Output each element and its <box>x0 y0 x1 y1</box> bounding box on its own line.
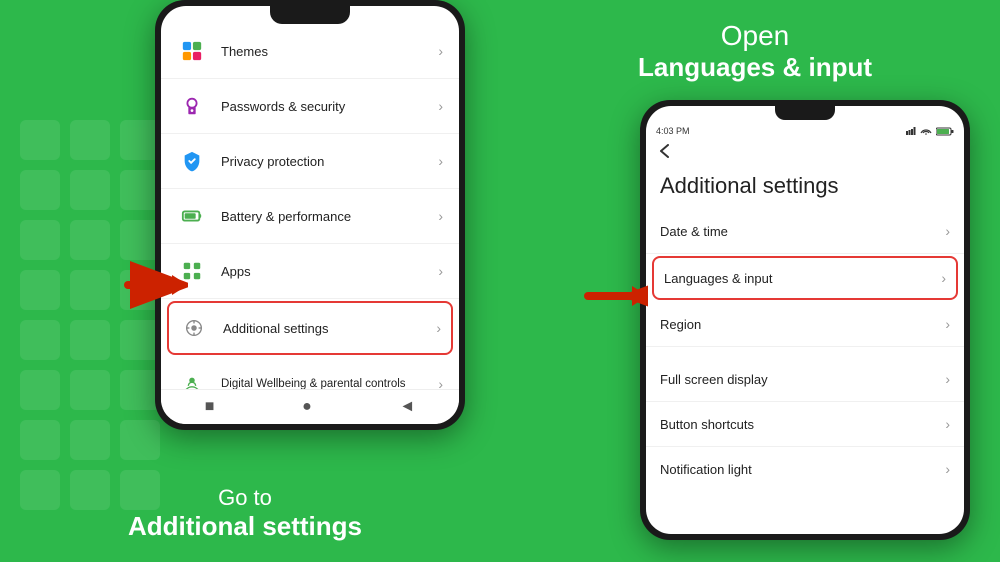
battery-label: Battery & performance <box>221 209 438 224</box>
passwords-chevron: › <box>438 98 443 114</box>
phone-notch-left <box>270 6 350 24</box>
right-list-date-time[interactable]: Date & time › <box>646 209 964 254</box>
status-time: 4:03 PM <box>656 126 690 136</box>
fullscreen-chevron: › <box>945 371 950 387</box>
languages-chevron: › <box>941 270 946 286</box>
additional-label: Additional settings <box>223 321 436 336</box>
right-list-languages[interactable]: Languages & input › <box>652 256 958 300</box>
bottom-text-left: Go to Additional settings <box>0 485 490 542</box>
spacer <box>646 347 964 357</box>
phone-right: 4:03 PM Additional settings Date & time … <box>640 100 970 540</box>
privacy-chevron: › <box>438 153 443 169</box>
notification-light-chevron: › <box>945 461 950 477</box>
back-arrow-right[interactable] <box>646 138 964 169</box>
right-list-notification-light[interactable]: Notification light › <box>646 447 964 491</box>
themes-icon <box>177 36 207 66</box>
languages-input-text: Languages & input <box>510 52 1000 83</box>
region-label: Region <box>660 317 945 332</box>
settings-item-apps[interactable]: Apps › <box>161 244 459 299</box>
top-text-right: Open Languages & input <box>510 20 1000 83</box>
additional-settings-text: Additional settings <box>0 511 490 542</box>
settings-item-passwords[interactable]: Passwords & security › <box>161 79 459 134</box>
nav-square[interactable]: ■ <box>205 398 215 416</box>
arrow-to-languages <box>578 268 648 328</box>
passwords-label: Passwords & security <box>221 99 438 114</box>
open-label: Open <box>510 20 1000 52</box>
nav-circle[interactable]: ● <box>302 398 312 416</box>
right-list-button-shortcuts[interactable]: Button shortcuts › <box>646 402 964 447</box>
phone-right-screen: 4:03 PM Additional settings Date & time … <box>646 106 964 534</box>
button-shortcuts-label: Button shortcuts <box>660 417 945 432</box>
settings-item-additional[interactable]: Additional settings › <box>167 301 453 355</box>
additional-chevron: › <box>436 320 441 336</box>
notification-light-label: Notification light <box>660 462 945 477</box>
privacy-icon <box>177 146 207 176</box>
privacy-label: Privacy protection <box>221 154 438 169</box>
settings-list: Themes › Passwords & security › Pr <box>161 24 459 412</box>
right-list-fullscreen[interactable]: Full screen display › <box>646 357 964 402</box>
settings-item-privacy[interactable]: Privacy protection › <box>161 134 459 189</box>
languages-label: Languages & input <box>664 271 941 286</box>
region-chevron: › <box>945 316 950 332</box>
settings-item-battery[interactable]: Battery & performance › <box>161 189 459 244</box>
status-bar-right: 4:03 PM <box>646 124 964 138</box>
right-page-title: Additional settings <box>646 169 964 209</box>
button-shortcuts-chevron: › <box>945 416 950 432</box>
settings-item-themes[interactable]: Themes › <box>161 24 459 79</box>
arrow-to-additional <box>118 260 188 322</box>
apps-chevron: › <box>438 263 443 279</box>
fullscreen-label: Full screen display <box>660 372 945 387</box>
phone-notch-right <box>775 106 835 120</box>
themes-chevron: › <box>438 43 443 59</box>
apps-label: Apps <box>221 264 438 279</box>
date-time-chevron: › <box>945 223 950 239</box>
battery-icon <box>177 201 207 231</box>
status-icons <box>906 126 954 136</box>
phone-left-screen: Themes › Passwords & security › Pr <box>161 6 459 424</box>
nav-back[interactable]: ◄ <box>399 398 415 416</box>
left-section: Themes › Passwords & security › Pr <box>0 0 500 562</box>
battery-chevron: › <box>438 208 443 224</box>
passwords-icon <box>177 91 207 121</box>
right-list-region[interactable]: Region › <box>646 302 964 347</box>
date-time-label: Date & time <box>660 224 945 239</box>
bottom-nav-left: ■ ● ◄ <box>161 389 459 424</box>
right-section: Open Languages & input 4:03 PM Additiona… <box>500 0 1000 562</box>
phone-left: Themes › Passwords & security › Pr <box>155 0 465 430</box>
themes-label: Themes <box>221 44 438 59</box>
go-to-label: Go to <box>0 485 490 511</box>
